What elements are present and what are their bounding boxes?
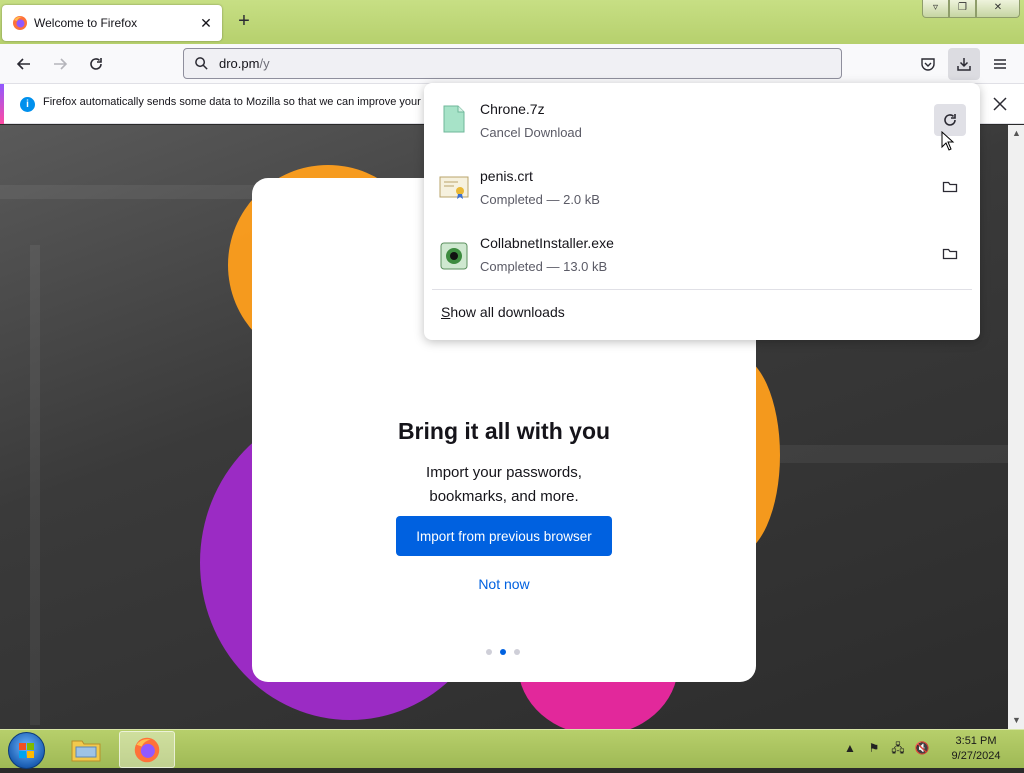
download-arrow-icon xyxy=(957,58,971,71)
show-hidden-icons-icon[interactable]: ▲ xyxy=(842,740,858,756)
close-window-button[interactable]: ✕ xyxy=(976,0,1020,18)
notification-close-button[interactable] xyxy=(990,94,1010,114)
download-item[interactable]: CollabnetInstaller.exe Completed — 13.0 … xyxy=(424,222,980,289)
url-host: dro.pm xyxy=(219,56,260,71)
accesskey-letter: S xyxy=(441,304,451,320)
url-path: /y xyxy=(259,56,270,71)
download-filename: Chrone.7z xyxy=(480,101,545,117)
notification-accent xyxy=(0,84,4,124)
tab-welcome[interactable]: Welcome to Firefox ✕ xyxy=(2,5,222,41)
back-arrow-icon xyxy=(16,58,30,70)
show-all-label-rest: how all downloads xyxy=(450,304,565,320)
download-status: Completed — 2.0 kB xyxy=(480,192,600,207)
notification-text: Firefox automatically sends some data to… xyxy=(43,96,431,108)
show-in-folder-button[interactable] xyxy=(934,238,966,270)
background-photo xyxy=(0,185,260,199)
windows-taskbar: ▲ ⚑ 🖧 🔇 3:51 PM 9/27/2024 xyxy=(0,729,1024,769)
search-icon xyxy=(195,57,208,70)
archive-file-icon xyxy=(443,105,465,133)
scroll-down-icon[interactable]: ▼ xyxy=(1012,716,1021,725)
pocket-button[interactable] xyxy=(915,51,941,77)
back-button[interactable] xyxy=(11,51,37,77)
reload-icon xyxy=(90,58,102,70)
firefox-icon xyxy=(134,737,160,762)
import-button[interactable]: Import from previous browser xyxy=(396,516,612,556)
folder-icon xyxy=(942,248,958,260)
subtitle-line: Import your passwords, xyxy=(426,464,582,481)
clock-date: 9/27/2024 xyxy=(951,750,1001,762)
step-dot xyxy=(486,649,492,655)
background-photo-detail xyxy=(780,445,1008,463)
volume-muted-icon[interactable]: 🔇 xyxy=(914,740,930,756)
forward-arrow-icon xyxy=(54,58,68,70)
windows-logo-icon xyxy=(19,743,34,758)
not-now-link[interactable]: Not now xyxy=(252,576,756,592)
installer-file-icon xyxy=(440,242,468,270)
downloads-button[interactable] xyxy=(948,48,980,80)
step-indicator xyxy=(486,649,520,655)
show-in-folder-button[interactable] xyxy=(934,171,966,203)
new-tab-button[interactable]: + xyxy=(234,11,254,32)
clock-time: 3:51 PM xyxy=(955,735,997,747)
info-icon: i xyxy=(20,97,35,112)
tab-strip: Welcome to Firefox ✕ + ▿ ❐ ✕ xyxy=(0,0,1024,44)
step-dot xyxy=(514,649,520,655)
network-icon[interactable]: 🖧 xyxy=(890,740,906,756)
background-photo-detail xyxy=(30,245,40,725)
taskbar-firefox[interactable] xyxy=(119,731,175,768)
file-explorer-icon xyxy=(71,740,101,761)
app-menu-button[interactable] xyxy=(987,51,1013,77)
url-text[interactable]: dro.pm/y xyxy=(219,56,270,71)
taskbar-explorer[interactable] xyxy=(58,731,114,768)
downloads-panel: Chrone.7z Cancel Download penis.crt Comp… xyxy=(424,83,980,340)
retry-icon xyxy=(944,114,956,126)
system-clock[interactable]: 3:51 PM 9/27/2024 xyxy=(940,734,1012,764)
download-status: Completed — 13.0 kB xyxy=(480,259,608,274)
url-bar[interactable]: dro.pm/y xyxy=(183,48,842,79)
start-button[interactable] xyxy=(8,732,45,769)
step-dot-active xyxy=(500,649,506,655)
firefox-icon xyxy=(13,16,27,30)
action-center-flag-icon[interactable]: ⚑ xyxy=(866,740,882,756)
scroll-up-icon[interactable]: ▲ xyxy=(1012,129,1021,138)
navigation-toolbar: dro.pm/y xyxy=(0,44,1024,84)
close-icon xyxy=(993,97,1007,111)
download-filename: penis.crt xyxy=(480,168,533,184)
close-tab-icon[interactable]: ✕ xyxy=(198,15,214,31)
download-item[interactable]: Chrone.7z Cancel Download xyxy=(424,87,980,154)
tab-title: Welcome to Firefox xyxy=(34,16,138,30)
show-all-downloads-button[interactable]: Show all downloads xyxy=(441,304,565,320)
maximize-button[interactable]: ❐ xyxy=(949,0,976,18)
minimize-button[interactable]: ▿ xyxy=(922,0,949,18)
reload-button[interactable] xyxy=(83,51,109,77)
onboarding-title: Bring it all with you xyxy=(397,418,611,444)
certificate-file-icon xyxy=(439,176,469,199)
hamburger-menu-icon xyxy=(994,59,1006,69)
download-item[interactable]: penis.crt Completed — 2.0 kB xyxy=(424,155,980,222)
panel-separator xyxy=(432,289,972,290)
download-status: Cancel Download xyxy=(480,125,582,140)
download-filename: CollabnetInstaller.exe xyxy=(480,235,614,251)
mouse-cursor-icon xyxy=(941,131,955,151)
page-scrollbar[interactable]: ▲ ▼ xyxy=(1008,125,1024,729)
forward-button[interactable] xyxy=(47,51,73,77)
pocket-icon xyxy=(921,58,935,71)
onboarding-subtitle: Import your passwords, bookmarks, and mo… xyxy=(252,461,756,509)
folder-icon xyxy=(942,181,958,193)
subtitle-line: bookmarks, and more. xyxy=(429,488,579,505)
